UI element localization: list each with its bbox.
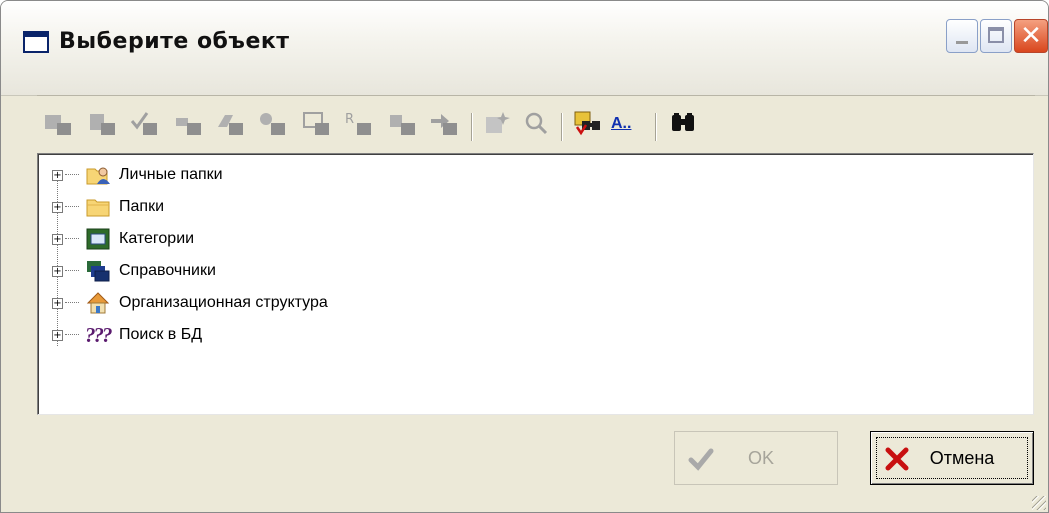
- title-bar[interactable]: Выберите объект ✕: [1, 1, 1048, 96]
- tree-item-org-structure[interactable]: + Организационная структура: [52, 288, 328, 318]
- personal-folder-icon: [86, 167, 110, 185]
- search-document-button[interactable]: [87, 109, 117, 143]
- tree-item-categories[interactable]: + Категории: [52, 224, 194, 254]
- toolbar-separator: [471, 113, 472, 141]
- search-tag-icon: [218, 115, 243, 135]
- zoom-search-icon: [525, 112, 548, 135]
- extended-search-button[interactable]: [573, 109, 603, 143]
- search-requisites-icon: R: [345, 112, 371, 135]
- toolbar-divider: [37, 95, 1035, 96]
- find-button[interactable]: [669, 109, 699, 143]
- binoculars-icon: [672, 113, 694, 131]
- db-search-icon: ???: [85, 322, 113, 347]
- expand-toggle[interactable]: +: [52, 169, 63, 181]
- toolbar-separator: [655, 113, 656, 141]
- new-object-button[interactable]: [481, 109, 511, 143]
- search-type-icon: [390, 115, 415, 135]
- tree-item-db-search[interactable]: + ??? Поиск в БД: [52, 320, 202, 350]
- directories-icon: [87, 261, 110, 282]
- tree-item-directories[interactable]: + Справочники: [52, 256, 216, 286]
- minimize-button[interactable]: [946, 19, 978, 53]
- search-link-button[interactable]: [173, 109, 203, 143]
- search-link-icon: [176, 118, 201, 135]
- categories-icon: [86, 228, 110, 250]
- search-checked-button[interactable]: [129, 109, 159, 143]
- search-document-icon: [90, 114, 115, 135]
- cancel-button[interactable]: Отмена: [870, 431, 1034, 485]
- svg-text:R: R: [345, 112, 354, 127]
- search-folder-icon: [45, 115, 71, 135]
- search-attributes-icon: [260, 113, 285, 135]
- toolbar-separator: [561, 113, 562, 141]
- folder-icon: [86, 199, 110, 217]
- tree-item-label: Поиск в БД: [119, 326, 203, 343]
- tree-item-personal-folders[interactable]: + Личные папки: [52, 160, 223, 190]
- tree-item-folders[interactable]: + Папки: [52, 192, 164, 222]
- expand-toggle[interactable]: +: [52, 297, 63, 309]
- search-folder-button[interactable]: [43, 109, 73, 143]
- close-icon: ✕: [1020, 21, 1042, 51]
- expand-toggle[interactable]: +: [52, 265, 63, 277]
- expand-toggle[interactable]: +: [52, 233, 63, 245]
- dialog-window: Выберите объект ✕ R A.. + Личные папки +…: [0, 0, 1049, 513]
- expand-toggle[interactable]: +: [52, 329, 63, 341]
- search-card-button[interactable]: [301, 109, 331, 143]
- tree-item-label: Личные папки: [119, 166, 223, 183]
- object-tree[interactable]: + Личные папки + Папки + Категории + Спр…: [37, 153, 1034, 415]
- tree-item-label: Категории: [119, 230, 195, 247]
- new-object-icon: [486, 112, 510, 133]
- cancel-button-label: Отмена: [929, 447, 995, 468]
- search-type-button[interactable]: [387, 109, 417, 143]
- text-search-icon: A..: [611, 115, 632, 132]
- search-tag-button[interactable]: [215, 109, 245, 143]
- search-checked-icon: [130, 112, 157, 135]
- tree-item-label: Папки: [119, 198, 164, 215]
- resize-grip[interactable]: [1032, 496, 1046, 510]
- search-card-icon: [303, 112, 329, 135]
- close-button[interactable]: ✕: [1014, 19, 1048, 53]
- org-structure-icon: [86, 292, 110, 314]
- ok-button[interactable]: OK: [674, 431, 838, 485]
- ok-button-label: OK: [747, 447, 774, 468]
- zoom-search-button[interactable]: [521, 109, 551, 143]
- extended-search-icon: [574, 111, 600, 136]
- search-requisites-button[interactable]: R: [343, 109, 373, 143]
- maximize-button[interactable]: [980, 19, 1012, 53]
- expand-toggle[interactable]: +: [52, 201, 63, 213]
- toolbar: R A..: [37, 109, 1037, 149]
- text-search-button[interactable]: A..: [611, 109, 645, 143]
- search-forward-icon: [431, 114, 457, 135]
- tree-item-label: Организационная структура: [119, 294, 328, 311]
- window-icon: [23, 31, 49, 53]
- search-attributes-button[interactable]: [257, 109, 287, 143]
- window-title: Выберите объект: [59, 29, 290, 54]
- search-forward-button[interactable]: [429, 109, 459, 143]
- tree-item-label: Справочники: [119, 262, 216, 279]
